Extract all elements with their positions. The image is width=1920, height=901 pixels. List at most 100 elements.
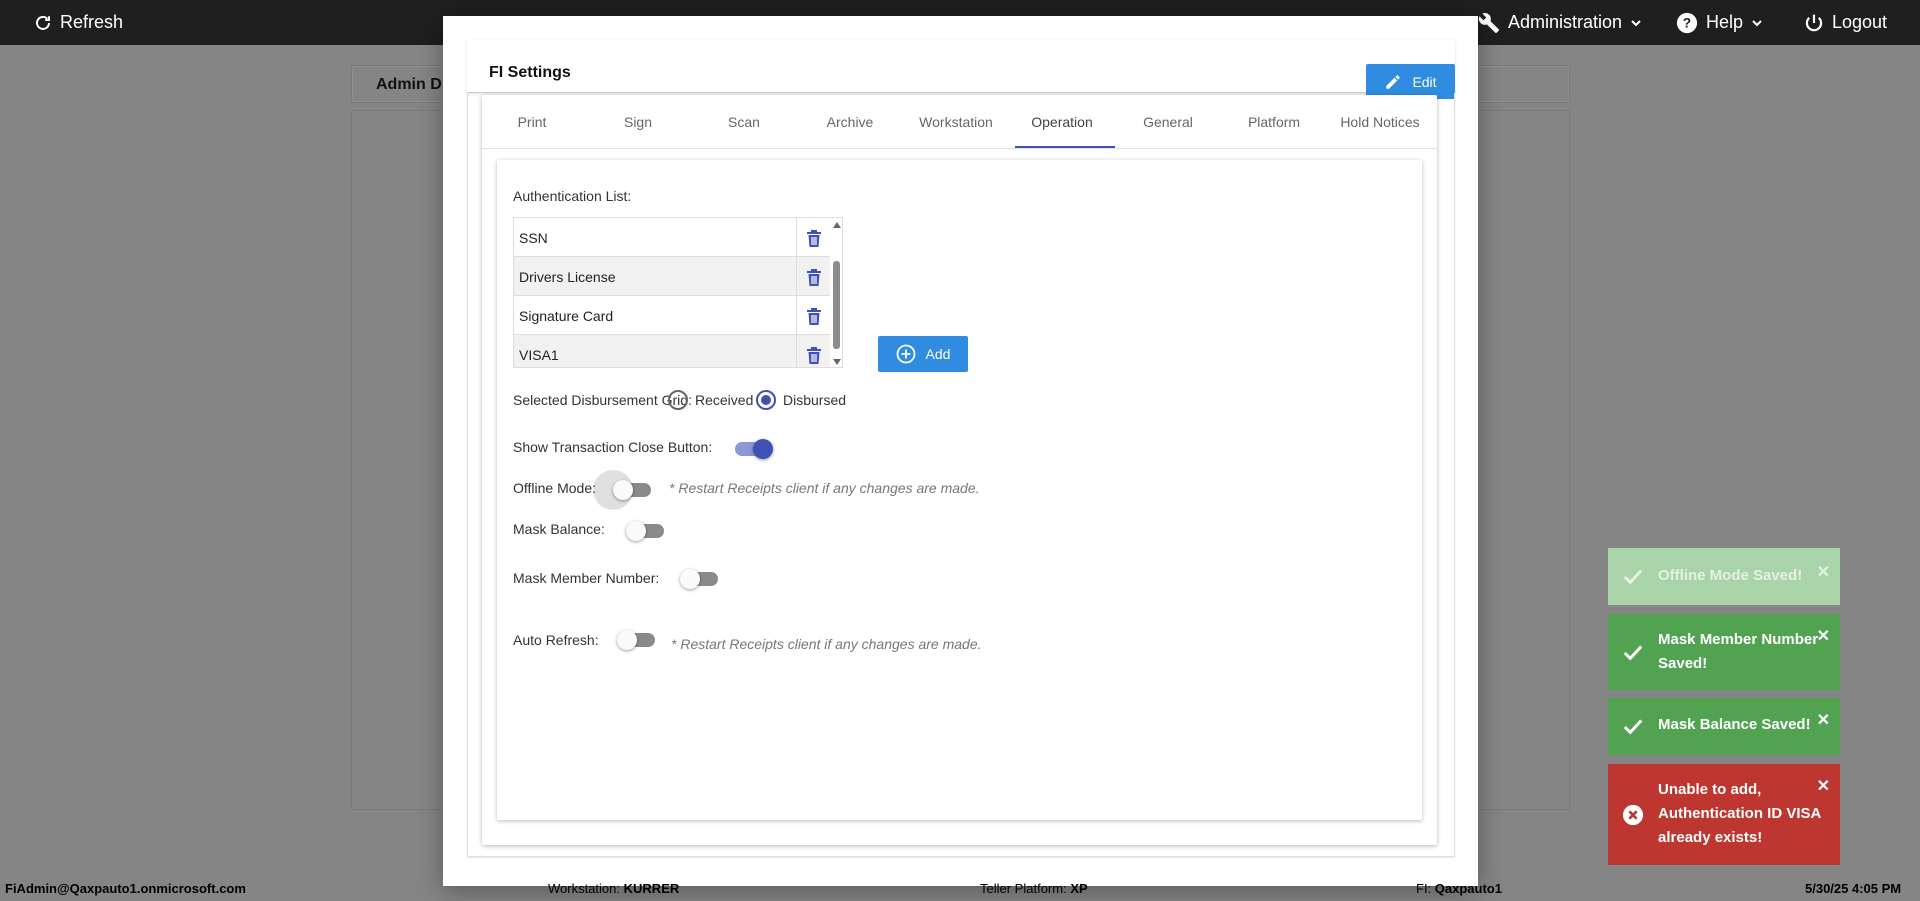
background-page-title: Admin D [376, 76, 442, 93]
svg-text:?: ? [1683, 15, 1691, 30]
offline-mode-note: * Restart Receipts client if any changes… [669, 480, 980, 496]
scroll-thumb[interactable] [833, 261, 840, 349]
authentication-list-label: Authentication List: [513, 188, 632, 204]
toast-message: Unable to add, Authentication ID VISA al… [1658, 781, 1821, 846]
auto-refresh-label: Auto Refresh: [513, 632, 599, 648]
tab-scan[interactable]: Scan [694, 95, 794, 149]
trash-icon [806, 268, 821, 286]
logout-button[interactable]: Logout [1804, 0, 1887, 45]
delete-button[interactable] [796, 257, 830, 296]
power-icon [1805, 14, 1823, 31]
toast-mask-member-number-saved: Mask Member Number Saved! ✕ [1608, 614, 1840, 690]
list-item[interactable]: Signature Card [514, 296, 830, 335]
toast-message: Mask Balance Saved! [1658, 716, 1811, 733]
tab-print[interactable]: Print [482, 95, 582, 149]
trash-icon [806, 346, 821, 364]
offline-mode-toggle[interactable] [613, 480, 651, 500]
status-user: FiAdmin@Qaxpauto1.onmicrosoft.com [5, 881, 246, 896]
tab-platform[interactable]: Platform [1224, 95, 1324, 149]
refresh-label: Refresh [60, 12, 124, 32]
refresh-icon [36, 15, 50, 30]
delete-button[interactable] [796, 296, 830, 335]
settings-tabs: Print Sign Scan Archive Workstation Oper… [482, 95, 1437, 149]
chevron-down-icon [1631, 19, 1641, 26]
refresh-button[interactable]: Refresh [34, 0, 123, 45]
tab-workstation[interactable]: Workstation [906, 95, 1006, 149]
toast-message: Offline Mode Saved! [1658, 567, 1803, 584]
toast-close-button[interactable]: ✕ [1817, 776, 1830, 796]
help-icon: ? [1676, 12, 1698, 33]
received-radio-label[interactable]: Received [695, 392, 753, 408]
mask-member-number-toggle[interactable] [680, 569, 718, 589]
list-item[interactable]: Drivers License [514, 257, 830, 296]
wrench-icon [1478, 12, 1500, 33]
offline-mode-label: Offline Mode: [513, 480, 597, 496]
list-item-label: VISA1 [519, 347, 559, 363]
check-icon [1623, 645, 1643, 661]
list-item-label: Signature Card [519, 308, 614, 324]
administration-menu[interactable]: Administration [1478, 0, 1642, 45]
active-tab-indicator [1015, 146, 1115, 148]
tab-operation[interactable]: Operation [1012, 95, 1112, 149]
list-scrollbar[interactable] [830, 218, 842, 367]
pencil-icon [1386, 74, 1401, 89]
toast-offline-mode-saved: Offline Mode Saved! ✕ [1608, 548, 1840, 605]
status-datetime: 5/30/25 4:05 PM [1805, 881, 1902, 896]
trash-icon [806, 307, 821, 325]
toast-authentication-error: Unable to add, Authentication ID VISA al… [1608, 764, 1840, 865]
status-fi-value: Qaxpauto1 [1434, 881, 1502, 896]
toast-close-button[interactable]: ✕ [1817, 562, 1830, 582]
toast-message: Mask Member Number Saved! [1658, 631, 1819, 672]
received-radio[interactable] [668, 390, 688, 410]
delete-button[interactable] [796, 218, 830, 257]
error-circle-icon [1622, 804, 1644, 826]
auto-refresh-toggle[interactable] [617, 630, 655, 650]
help-menu[interactable]: ? Help [1676, 0, 1763, 45]
edit-label: Edit [1412, 73, 1437, 90]
mask-balance-toggle[interactable] [626, 521, 664, 541]
administration-label: Administration [1508, 12, 1623, 32]
status-workstation-label: Workstation: [548, 881, 621, 896]
tab-archive[interactable]: Archive [800, 95, 900, 149]
status-fi-label: FI: [1416, 881, 1432, 896]
status-platform-label: Teller Platform: [980, 881, 1067, 896]
add-label: Add [925, 346, 951, 362]
show-close-button-toggle[interactable] [735, 439, 773, 459]
delete-button[interactable] [796, 335, 830, 367]
toast-close-button[interactable]: ✕ [1817, 710, 1830, 730]
chevron-down-icon [1752, 19, 1762, 26]
show-close-button-label: Show Transaction Close Button: [513, 439, 713, 455]
help-label: Help [1706, 12, 1744, 32]
mask-member-number-label: Mask Member Number: [513, 570, 660, 586]
check-icon [1623, 569, 1643, 585]
disbursed-radio-label[interactable]: Disbursed [783, 392, 846, 408]
tab-hold-notices[interactable]: Hold Notices [1330, 95, 1430, 149]
trash-icon [806, 229, 821, 247]
plus-circle-icon [896, 344, 915, 364]
toast-mask-balance-saved: Mask Balance Saved! ✕ [1608, 698, 1840, 755]
scroll-up-arrow[interactable] [833, 222, 841, 228]
list-item-label: Drivers License [519, 269, 616, 285]
dialog-header: FI Settings Edit [467, 40, 1455, 99]
disbursement-grid-label: Selected Disbursement Grid: [513, 392, 692, 408]
tab-general[interactable]: General [1118, 95, 1218, 149]
disbursed-radio[interactable] [756, 390, 776, 410]
list-item-label: SSN [519, 230, 548, 246]
settings-card: Print Sign Scan Archive Workstation Oper… [482, 95, 1437, 845]
mask-balance-label: Mask Balance: [513, 521, 605, 537]
logout-label: Logout [1832, 12, 1888, 32]
scroll-down-arrow[interactable] [833, 359, 841, 365]
status-workstation-value: KURRER [623, 881, 680, 896]
toast-close-button[interactable]: ✕ [1817, 626, 1830, 646]
status-bar: FiAdmin@Qaxpauto1.onmicrosoft.com Workst… [0, 876, 1920, 901]
fi-settings-dialog: FI Settings Edit Print Sign Scan Archive… [443, 16, 1478, 886]
list-item[interactable]: SSN [514, 218, 830, 257]
authentication-list: SSN Drivers License Signature Card VISA1 [513, 217, 843, 368]
check-icon [1623, 719, 1643, 735]
auto-refresh-note: * Restart Receipts client if any changes… [671, 636, 982, 652]
list-item[interactable]: VISA1 [514, 335, 830, 367]
dialog-title: FI Settings [489, 64, 571, 81]
operation-panel: Authentication List: SSN Drivers License… [497, 160, 1422, 820]
add-authentication-button[interactable]: Add [878, 336, 968, 372]
tab-sign[interactable]: Sign [588, 95, 688, 149]
